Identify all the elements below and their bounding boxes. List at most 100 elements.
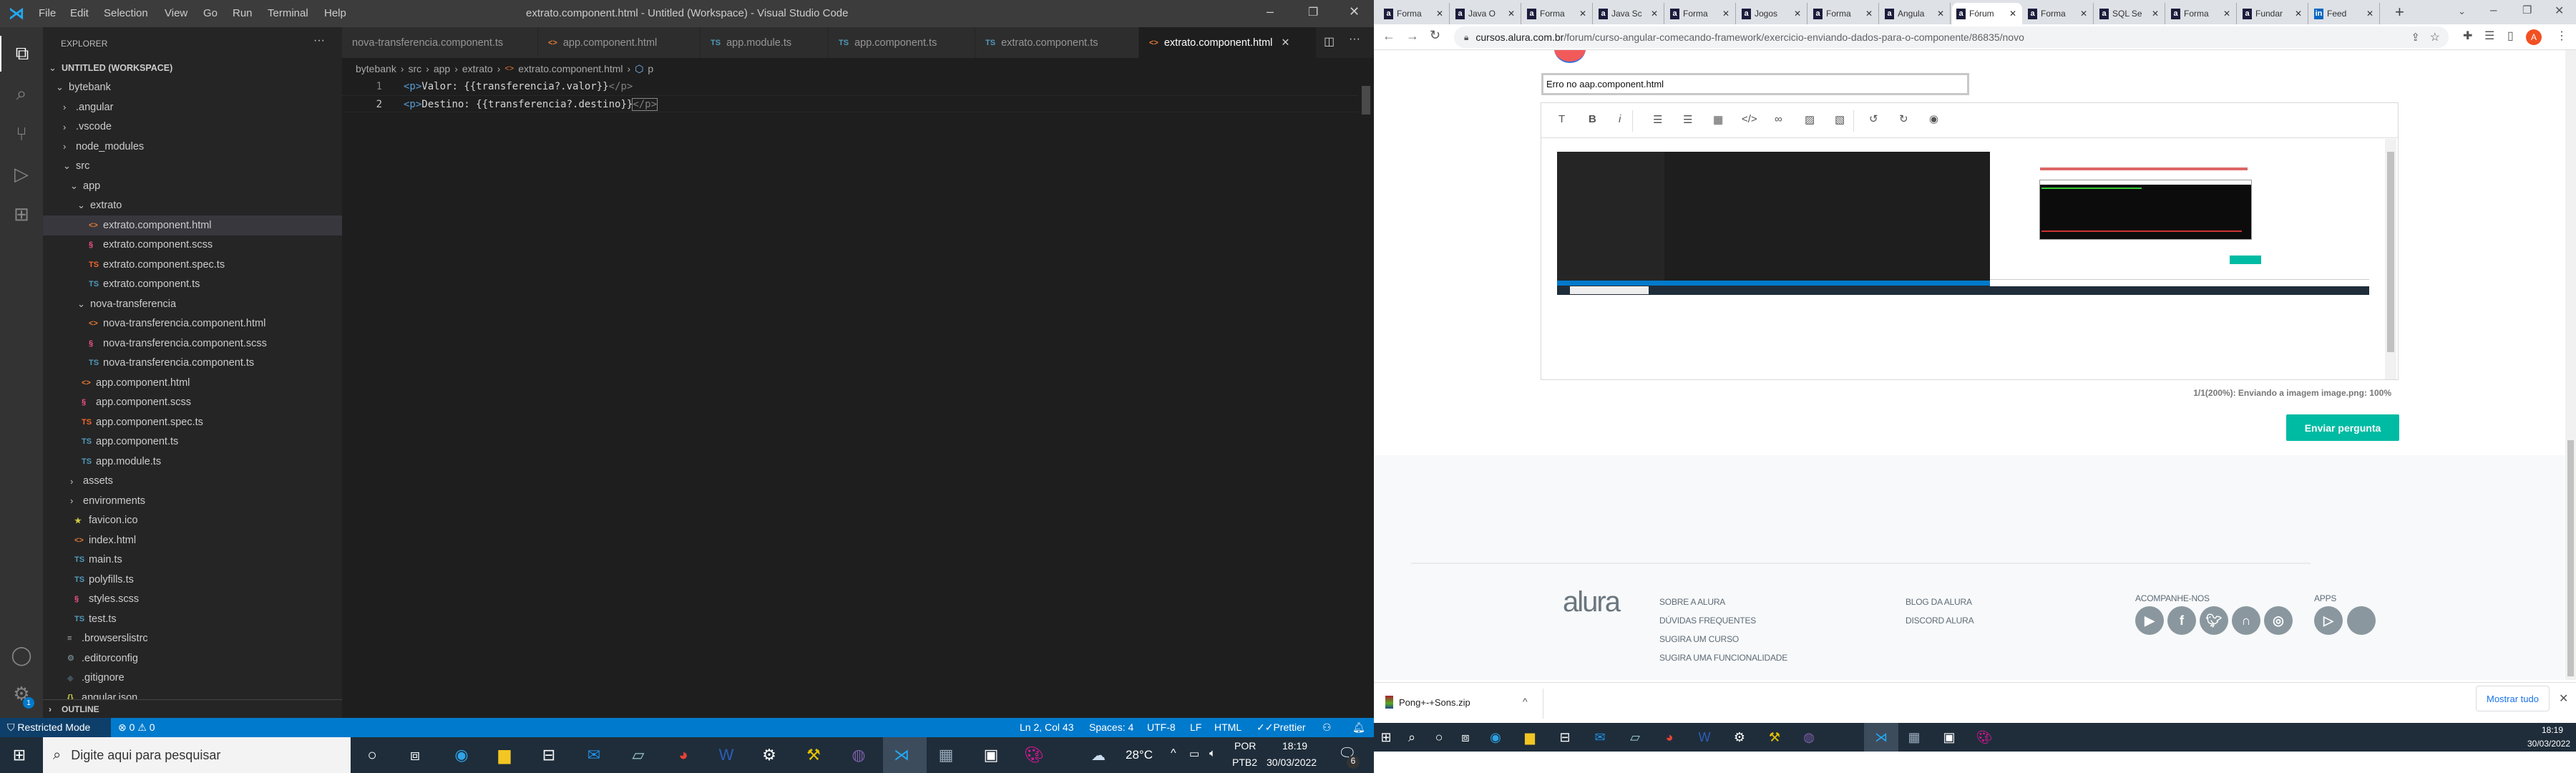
- code-editor[interactable]: 1 <p>Valor: {{transferencia?.valor}}</p> 2…: [342, 78, 1358, 121]
- close-tab-icon[interactable]: ✕: [1436, 9, 1443, 19]
- tree-item[interactable]: ⌄ src: [43, 157, 342, 177]
- prettier-status[interactable]: ✓✓Prettier: [1257, 721, 1306, 734]
- footer-link[interactable]: SOBRE A ALURA: [1659, 597, 1725, 607]
- notes-icon[interactable]: ▱: [626, 743, 650, 767]
- bookmark-star-icon[interactable]: ☆: [2430, 30, 2440, 44]
- menu-go[interactable]: Go: [203, 7, 218, 19]
- clock-date[interactable]: 30/03/2022: [2527, 739, 2570, 749]
- menu-terminal[interactable]: Terminal: [268, 7, 308, 19]
- side-panel-icon[interactable]: ▯: [2507, 29, 2514, 43]
- tree-item[interactable]: TS main.ts: [43, 550, 342, 570]
- close-tab-icon[interactable]: ✕: [1579, 9, 1586, 19]
- editor-tab[interactable]: TS app.component.ts: [829, 27, 975, 58]
- extensions-puzzle-icon[interactable]: ✚: [2463, 29, 2472, 43]
- preview-eye-icon[interactable]: ◉: [1929, 112, 1938, 125]
- tree-item[interactable]: › environments: [43, 491, 342, 511]
- link-icon[interactable]: ∞: [1775, 113, 1782, 125]
- editor-scrollbar[interactable]: [2385, 139, 2396, 379]
- chrome-icon[interactable]: ◕: [1659, 726, 1680, 748]
- image-icon[interactable]: ▨: [1805, 113, 1815, 126]
- tree-item[interactable]: TS app.module.ts: [43, 452, 342, 472]
- editor-tab[interactable]: <> app.component.html: [538, 27, 701, 58]
- close-tab-icon[interactable]: ✕: [1281, 37, 1289, 49]
- close-tab-icon[interactable]: ✕: [1937, 9, 1944, 19]
- twitter-icon[interactable]: 🐦︎: [2200, 606, 2228, 635]
- editor-content[interactable]: [1541, 139, 2398, 379]
- breadcrumb-item[interactable]: app: [434, 63, 450, 74]
- eclipse-icon[interactable]: ◍: [847, 743, 871, 767]
- tree-item[interactable]: TS app.component.spec.ts: [43, 412, 342, 432]
- page-scrollbar[interactable]: [2565, 50, 2576, 680]
- tree-item[interactable]: TS test.ts: [43, 609, 342, 629]
- editor-tab[interactable]: TS extrato.component.ts: [975, 27, 1139, 58]
- browser-tab[interactable]: a Java O ✕: [1451, 3, 1521, 24]
- tool-icon[interactable]: ⚒: [1764, 726, 1785, 748]
- tree-item[interactable]: ⌄ nova-transferencia: [43, 294, 342, 314]
- browser-tab[interactable]: a Fundar ✕: [2238, 3, 2308, 24]
- windows-start-icon[interactable]: ⊞: [7, 743, 31, 767]
- bulleted-list-icon[interactable]: ☰: [1653, 113, 1662, 126]
- table-icon[interactable]: ▦: [1713, 113, 1723, 126]
- menu-run[interactable]: Run: [233, 7, 253, 19]
- tree-item[interactable]: <> app.component.html: [43, 373, 342, 393]
- battery-icon[interactable]: ▭: [1189, 747, 1199, 760]
- paint-icon[interactable]: 🎨︎: [1022, 743, 1046, 767]
- tree-item[interactable]: TS polyfills.ts: [43, 570, 342, 590]
- menu-file[interactable]: File: [39, 7, 56, 19]
- italic-icon[interactable]: i: [1619, 113, 1621, 125]
- clock-time[interactable]: 18:19: [2542, 725, 2563, 735]
- question-title-input[interactable]: Erro no aap.component.html: [1541, 73, 1969, 95]
- source-control-icon[interactable]: ⑂: [0, 116, 43, 152]
- close-tab-icon[interactable]: ✕: [2152, 9, 2159, 19]
- vscode-taskbar-icon[interactable]: ⋊: [1870, 726, 1892, 748]
- menu-view[interactable]: View: [165, 7, 187, 19]
- close-icon[interactable]: ✕: [1349, 4, 1360, 19]
- cursor-position[interactable]: Ln 2, Col 43: [1020, 721, 1074, 733]
- breadcrumb-item[interactable]: extrato: [462, 63, 493, 74]
- chrome-icon[interactable]: ◕: [671, 743, 696, 767]
- close-tab-icon[interactable]: ✕: [1865, 9, 1873, 19]
- footer-link[interactable]: DÚVIDAS FREQUENTES: [1659, 616, 1756, 626]
- tree-item[interactable]: § extrato.component.scss: [43, 235, 342, 256]
- tree-item[interactable]: § app.component.scss: [43, 393, 342, 413]
- end-of-line[interactable]: LF: [1190, 721, 1201, 733]
- close-tab-icon[interactable]: ✕: [1651, 9, 1658, 19]
- share-icon[interactable]: ⇪: [2411, 31, 2420, 44]
- store-icon[interactable]: ⊟: [1554, 726, 1576, 748]
- edge-icon[interactable]: ◉: [1485, 726, 1506, 748]
- reading-list-icon[interactable]: ☰: [2484, 29, 2494, 43]
- tool-icon[interactable]: ⚒: [801, 743, 826, 767]
- editor-tab[interactable]: TS app.module.ts: [701, 27, 829, 58]
- mail-icon[interactable]: ✉: [1589, 726, 1611, 748]
- notifications-bell-icon[interactable]: 🔔︎: [1352, 721, 1365, 734]
- explorer-icon[interactable]: ⧉: [0, 36, 43, 72]
- language-mode[interactable]: HTML: [1214, 721, 1241, 733]
- breadcrumb-item[interactable]: src: [409, 63, 422, 74]
- show-all-downloads-button[interactable]: Mostrar tudo: [2476, 686, 2550, 711]
- tree-item[interactable]: ⌄ app: [43, 176, 342, 196]
- tree-item[interactable]: ◆ .gitignore: [43, 669, 342, 689]
- address-bar[interactable]: 🔒︎ cursos.alura.com.br/forum/curso-angul…: [1454, 26, 2449, 48]
- menu-selection[interactable]: Selection: [104, 7, 148, 19]
- tree-item[interactable]: ⌄ extrato: [43, 196, 342, 216]
- restricted-mode[interactable]: ⛉ Restricted Mode: [7, 721, 90, 734]
- task-view-icon[interactable]: ⧈: [1455, 726, 1476, 748]
- file-explorer-icon[interactable]: ▆: [492, 743, 517, 767]
- outline-section[interactable]: › OUTLINE: [43, 699, 342, 718]
- more-tabs-icon[interactable]: ···: [1349, 33, 1360, 46]
- browser-tab[interactable]: a Forma ✕: [1809, 3, 1879, 24]
- more-actions-icon[interactable]: ···: [313, 34, 325, 47]
- menu-help[interactable]: Help: [324, 7, 346, 19]
- undo-icon[interactable]: ↺: [1869, 112, 1878, 125]
- tree-item[interactable]: TS extrato.component.spec.ts: [43, 255, 342, 275]
- browser-tab[interactable]: a Forma ✕: [2167, 3, 2237, 24]
- indentation[interactable]: Spaces: 4: [1089, 721, 1133, 733]
- tray-chevron-icon[interactable]: ^: [1171, 747, 1176, 760]
- tree-item[interactable]: ⌄ UNTITLED (WORKSPACE): [43, 58, 342, 78]
- word-icon[interactable]: W: [1694, 726, 1715, 748]
- instagram-icon[interactable]: ◎: [2264, 606, 2293, 635]
- tree-item[interactable]: <> nova-transferencia.component.html: [43, 314, 342, 334]
- encoding[interactable]: UTF-8: [1147, 721, 1176, 733]
- redo-icon[interactable]: ↻: [1899, 112, 1908, 125]
- bold-icon[interactable]: B: [1589, 113, 1596, 125]
